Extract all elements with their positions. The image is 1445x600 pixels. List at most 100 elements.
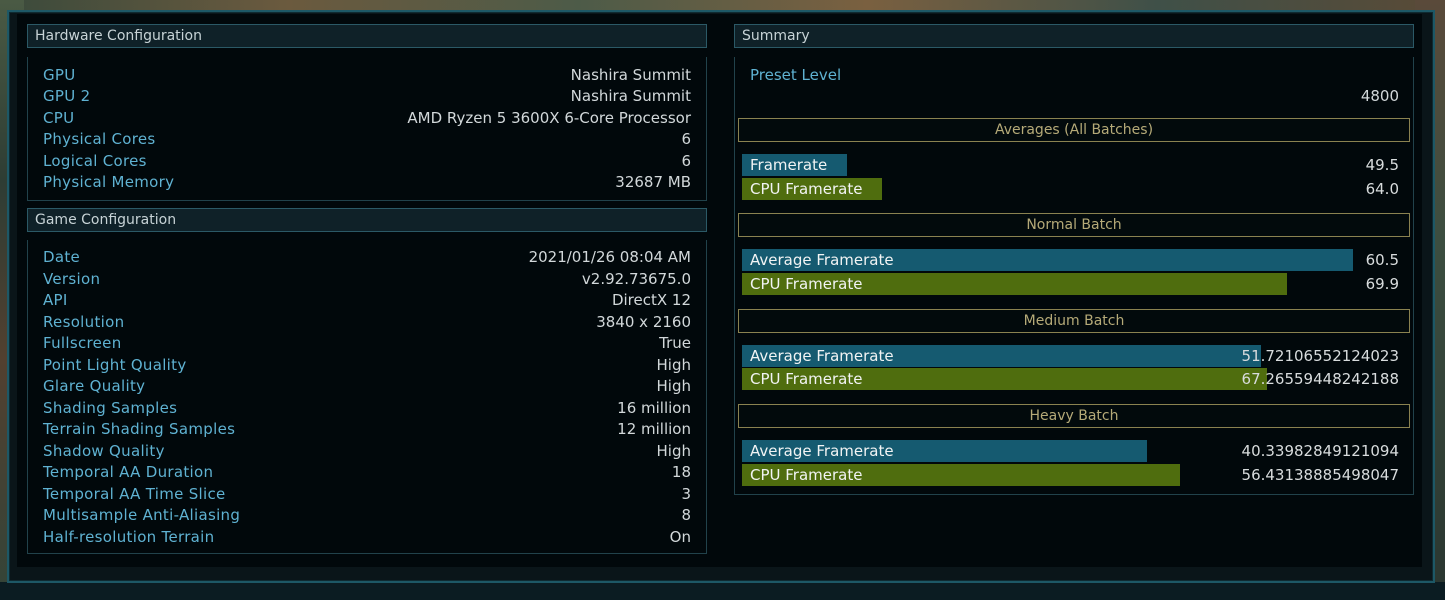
normal-cpu-framerate-row: CPU Framerate 69.9: [742, 273, 1399, 295]
game-row-version: Version v2.92.73675.0: [28, 268, 706, 290]
game-key: Shading Samples: [43, 399, 178, 417]
bar-label: CPU Framerate: [750, 370, 863, 388]
game-value: 12 million: [617, 420, 691, 438]
normal-average-framerate-row: Average Framerate 60.5: [742, 249, 1399, 271]
game-row-temporal-aa-duration: Temporal AA Duration 18: [28, 461, 706, 483]
batch-title: Heavy Batch: [1029, 408, 1119, 424]
preset-level-label: Preset Level: [750, 66, 842, 84]
preset-level-value: 4800: [1360, 87, 1399, 105]
game-key: Glare Quality: [43, 377, 146, 395]
game-key: Multisample Anti-Aliasing: [43, 506, 241, 524]
game-value: High: [656, 442, 691, 460]
game-value: True: [659, 334, 691, 352]
bar-label: Average Framerate: [750, 347, 894, 365]
hardware-key: CPU: [43, 109, 75, 127]
hardware-key: GPU: [43, 66, 76, 84]
game-value: 3840 x 2160: [596, 313, 691, 331]
game-key: Version: [43, 270, 101, 288]
bar-value: 51.72106552124023: [1241, 347, 1399, 365]
hardware-value: AMD Ryzen 5 3600X 6-Core Processor: [407, 109, 691, 127]
game-value: 18: [671, 463, 691, 481]
hardware-key: Logical Cores: [43, 152, 147, 170]
game-row-date: Date 2021/01/26 08:04 AM: [28, 246, 706, 268]
game-row-shading-samples: Shading Samples 16 million: [28, 397, 706, 419]
game-row-half-resolution-terrain: Half-resolution Terrain On: [28, 526, 706, 548]
game-value: High: [656, 356, 691, 374]
background-bottom-strip: [0, 582, 1445, 600]
hardware-key: Physical Cores: [43, 130, 156, 148]
game-row-temporal-aa-time-slice: Temporal AA Time Slice 3: [28, 483, 706, 505]
batch-title: Averages (All Batches): [994, 122, 1154, 138]
bar-label: Average Framerate: [750, 251, 894, 269]
game-row-fullscreen: Fullscreen True: [28, 332, 706, 354]
game-value: 2021/01/26 08:04 AM: [528, 248, 691, 266]
bar-label: CPU Framerate: [750, 180, 863, 198]
hardware-row-logical-cores: Logical Cores 6: [28, 150, 706, 172]
game-row-glare-quality: Glare Quality High: [28, 375, 706, 397]
game-row-api: API DirectX 12: [28, 289, 706, 311]
game-key: Shadow Quality: [43, 442, 165, 460]
bar-value: 49.5: [1365, 156, 1399, 174]
heavy-batch-header: Heavy Batch: [738, 404, 1410, 428]
game-config-panel: Date 2021/01/26 08:04 AM Version v2.92.7…: [27, 240, 707, 554]
medium-cpu-framerate-row: CPU Framerate 67.26559448242188: [742, 368, 1399, 390]
averages-framerate-row: Framerate 49.5: [742, 154, 1399, 176]
game-key: Temporal AA Time Slice: [43, 485, 226, 503]
hardware-row-cpu: CPU AMD Ryzen 5 3600X 6-Core Processor: [28, 107, 706, 129]
bar-value: 40.33982849121094: [1241, 442, 1399, 460]
hardware-config-title: Hardware Configuration: [35, 28, 202, 44]
heavy-average-framerate-row: Average Framerate 40.33982849121094: [742, 440, 1399, 462]
summary-title: Summary: [742, 28, 810, 44]
game-row-resolution: Resolution 3840 x 2160: [28, 311, 706, 333]
bar-value: 67.26559448242188: [1241, 370, 1399, 388]
game-key: Resolution: [43, 313, 125, 331]
game-key: Temporal AA Duration: [43, 463, 214, 481]
heavy-cpu-framerate-row: CPU Framerate 56.43138885498047: [742, 464, 1399, 486]
game-key: Fullscreen: [43, 334, 122, 352]
hardware-key: Physical Memory: [43, 173, 175, 191]
bar-label: Average Framerate: [750, 442, 894, 460]
hardware-key: GPU 2: [43, 87, 91, 105]
game-config-title: Game Configuration: [35, 212, 177, 228]
hardware-value: 6: [681, 130, 691, 148]
hardware-config-panel: GPU Nashira Summit GPU 2 Nashira Summit …: [27, 57, 707, 201]
hardware-config-header: Hardware Configuration: [27, 24, 707, 48]
game-row-msaa: Multisample Anti-Aliasing 8: [28, 504, 706, 526]
game-row-shadow-quality: Shadow Quality High: [28, 440, 706, 462]
medium-average-framerate-row: Average Framerate 51.72106552124023: [742, 345, 1399, 367]
bar-label: Framerate: [750, 156, 828, 174]
game-key: API: [43, 291, 68, 309]
hardware-value: Nashira Summit: [570, 87, 691, 105]
batch-title: Normal Batch: [1026, 217, 1122, 233]
normal-batch-header: Normal Batch: [738, 213, 1410, 237]
hardware-value: Nashira Summit: [570, 66, 691, 84]
game-row-terrain-shading-samples: Terrain Shading Samples 12 million: [28, 418, 706, 440]
medium-batch-header: Medium Batch: [738, 309, 1410, 333]
bar-value: 56.43138885498047: [1241, 466, 1399, 484]
game-value: 16 million: [617, 399, 691, 417]
game-value: On: [669, 528, 691, 546]
game-key: Point Light Quality: [43, 356, 187, 374]
averages-batch-header: Averages (All Batches): [738, 118, 1410, 142]
game-config-header: Game Configuration: [27, 208, 707, 232]
bar-value: 64.0: [1365, 180, 1399, 198]
game-key: Terrain Shading Samples: [43, 420, 236, 438]
bar-label: CPU Framerate: [750, 466, 863, 484]
bar-label: CPU Framerate: [750, 275, 863, 293]
hardware-row-gpu: GPU Nashira Summit: [28, 64, 706, 86]
summary-header: Summary: [734, 24, 1414, 48]
game-key: Date: [43, 248, 81, 266]
game-value: High: [656, 377, 691, 395]
hardware-value: 6: [681, 152, 691, 170]
game-value: v2.92.73675.0: [581, 270, 691, 288]
hardware-row-gpu2: GPU 2 Nashira Summit: [28, 85, 706, 107]
game-key: Half-resolution Terrain: [43, 528, 215, 546]
game-value: 8: [681, 506, 691, 524]
game-row-point-light-quality: Point Light Quality High: [28, 354, 706, 376]
hardware-value: 32687 MB: [615, 173, 691, 191]
averages-cpu-framerate-row: CPU Framerate 64.0: [742, 178, 1399, 200]
game-value: 3: [681, 485, 691, 503]
bar-value: 60.5: [1365, 251, 1399, 269]
bar-value: 69.9: [1365, 275, 1399, 293]
batch-title: Medium Batch: [1023, 313, 1125, 329]
